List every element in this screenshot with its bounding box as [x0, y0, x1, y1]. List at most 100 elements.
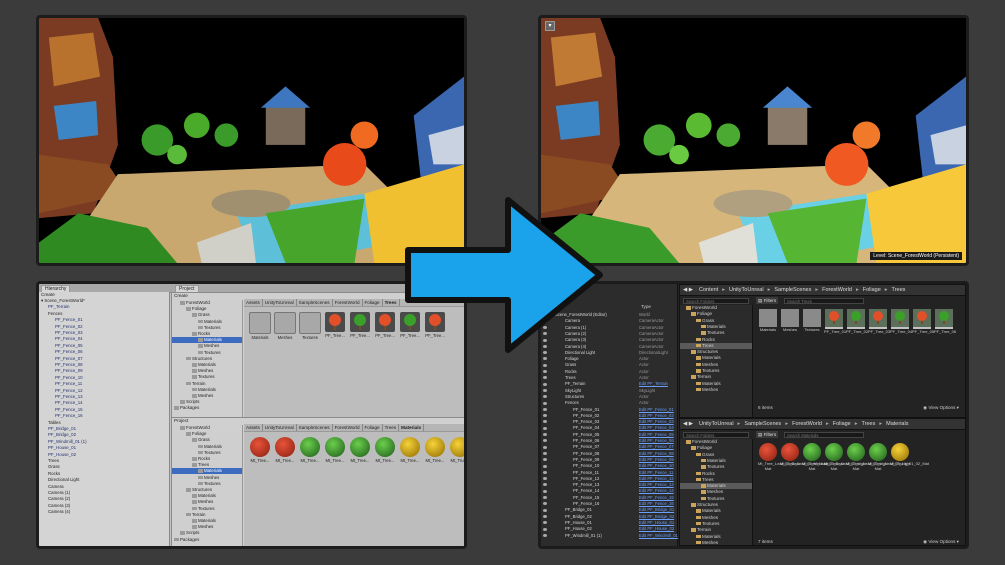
folder-tree-item[interactable]: Materials	[172, 518, 242, 524]
asset-tile[interactable]: Mt_Tree...	[298, 437, 322, 463]
visibility-eye-icon[interactable]	[543, 451, 547, 455]
folder-tree-item[interactable]: Materials	[172, 493, 242, 499]
asset-tile[interactable]: Textures	[802, 309, 822, 333]
breadcrumb-item[interactable]: Trees	[383, 424, 400, 431]
folder-tree-item[interactable]: Meshes	[172, 475, 242, 481]
breadcrumb-item[interactable]: Trees	[859, 419, 879, 429]
visibility-eye-icon[interactable]	[543, 401, 547, 405]
asset-tile[interactable]: Mt_Tree_Leaf_02_Light Mat	[824, 443, 866, 471]
asset-tile[interactable]: Mt_Tree...	[398, 437, 422, 463]
folder-tree-item[interactable]: Rocks	[172, 456, 242, 462]
breadcrumb-item[interactable]: SampleScenes	[297, 299, 333, 306]
breadcrumb-item[interactable]: Trees	[383, 299, 400, 306]
visibility-eye-icon[interactable]	[543, 533, 547, 537]
outliner-item-type[interactable]: Edit PF_Windmill_01	[639, 533, 678, 539]
search-assets-input[interactable]: Search Trees	[784, 298, 864, 304]
folder-tree-item[interactable]: Textures	[680, 464, 752, 470]
folder-tree-item[interactable]: Meshes	[172, 524, 242, 530]
hierarchy-item[interactable]: PF_Fence_10	[39, 375, 169, 381]
asset-tile[interactable]: PF_Tree...	[323, 312, 347, 338]
folder-tree-item[interactable]: Meshes	[172, 499, 242, 505]
search-assets-input[interactable]: Search Materials	[784, 432, 864, 438]
asset-tile[interactable]: PF_Tree...	[373, 312, 397, 338]
folder-tree-item[interactable]: Meshes	[680, 540, 752, 546]
visibility-eye-icon[interactable]	[543, 414, 547, 418]
outliner-item[interactable]: PF_Windmill_01 (1) Edit PF_Windmill_01	[541, 533, 678, 539]
folder-tree-item[interactable]: Terrain	[680, 374, 752, 380]
folder-tree-item[interactable]: Materials	[680, 508, 752, 514]
search-folders-input[interactable]: Search Folders	[683, 432, 749, 438]
hierarchy-item[interactable]: PF_Bridge_02	[39, 432, 169, 438]
hierarchy-item[interactable]: PF_Fence_15	[39, 407, 169, 413]
tab-project[interactable]: Project	[174, 418, 188, 423]
hierarchy-item[interactable]: Camera (1)	[39, 490, 169, 496]
asset-tile[interactable]: PF_Tree_03	[868, 309, 890, 335]
folder-tree-item[interactable]: Rocks	[680, 337, 752, 343]
breadcrumb-item[interactable]: ForestWorld	[333, 299, 363, 306]
hierarchy-item[interactable]: Camera	[39, 484, 169, 490]
hierarchy-item[interactable]: PF_Fence_08	[39, 362, 169, 368]
hierarchy-item[interactable]: PF_Fence_13	[39, 394, 169, 400]
folder-tree-item[interactable]: Foliage	[680, 311, 752, 317]
breadcrumb-item[interactable]: Materials	[883, 419, 911, 429]
view-options-button[interactable]: ◉ View Options ▾	[923, 405, 959, 411]
folder-tree-item[interactable]: ForestWorld	[680, 439, 752, 445]
hierarchy-item[interactable]: PF_Fence_16	[39, 413, 169, 419]
folder-tree-item[interactable]: Materials	[172, 319, 242, 325]
asset-tile[interactable]: Mt_Tree...	[423, 437, 447, 463]
folder-tree-item[interactable]: Grass	[680, 452, 752, 458]
filters-button[interactable]: ▤ Filters	[756, 431, 779, 438]
visibility-eye-icon[interactable]	[543, 439, 547, 443]
filters-button[interactable]: ▤ Filters	[756, 297, 779, 304]
folder-tree-item[interactable]: Meshes	[680, 387, 752, 393]
folder-tree-item[interactable]: Materials	[680, 458, 752, 464]
folder-tree-item[interactable]: Foliage	[172, 431, 242, 437]
hierarchy-item[interactable]: Camera (2)	[39, 496, 169, 502]
asset-tile[interactable]: Materials	[758, 309, 778, 333]
visibility-eye-icon[interactable]	[543, 470, 547, 474]
breadcrumb-item[interactable]: Materials	[399, 424, 425, 431]
folder-tree-item[interactable]: Structures	[680, 502, 752, 508]
folder-tree-item[interactable]: Materials	[680, 355, 752, 361]
folder-tree-item[interactable]: Materials	[172, 387, 242, 393]
folder-tree-item[interactable]: ForestWorld	[680, 305, 752, 311]
folder-tree-item[interactable]: Structures	[172, 487, 242, 493]
folder-tree-item[interactable]: Textures	[172, 506, 242, 512]
visibility-eye-icon[interactable]	[543, 433, 547, 437]
asset-tile[interactable]: Mt_Tree...	[323, 437, 347, 463]
asset-tile[interactable]: PF_Tree_02	[846, 309, 868, 335]
folder-tree-item[interactable]: Textures	[680, 496, 752, 502]
create-button[interactable]: Create	[41, 292, 55, 297]
folder-tree-item[interactable]: Textures	[680, 521, 752, 527]
folder-tree-item[interactable]: Terrain	[680, 527, 752, 533]
visibility-eye-icon[interactable]	[543, 508, 547, 512]
hierarchy-item[interactable]: PF_Fence_07	[39, 356, 169, 362]
hierarchy-item[interactable]: PF_Fence_09	[39, 368, 169, 374]
asset-tile[interactable]: Meshes	[273, 312, 297, 340]
folder-tree-item[interactable]: Structures	[680, 349, 752, 355]
create-button[interactable]: Create	[174, 293, 188, 298]
asset-tile[interactable]: Mt_Trunk_01_02_Mat	[890, 443, 929, 467]
folder-tree-item[interactable]: Textures	[172, 450, 242, 456]
nav-arrows-icon[interactable]: ◀ ▶	[680, 419, 696, 429]
visibility-eye-icon[interactable]	[543, 527, 547, 531]
folder-tree-item[interactable]: Materials	[172, 337, 242, 344]
hierarchy-item[interactable]: PF_Fence_14	[39, 400, 169, 406]
breadcrumb-item[interactable]: SampleScenes	[297, 424, 333, 431]
folder-tree-item[interactable]: Terrain	[172, 512, 242, 518]
folder-tree-item[interactable]: Packages	[172, 405, 242, 411]
hierarchy-item[interactable]: Fences	[39, 311, 169, 317]
breadcrumb-item[interactable]: UnityToUnreal	[263, 424, 297, 431]
folder-tree-item[interactable]: Materials	[680, 324, 752, 330]
visibility-eye-icon[interactable]	[543, 382, 547, 386]
breadcrumb-item[interactable]: Foliage	[363, 424, 383, 431]
asset-tile[interactable]: PF_Tree_04	[890, 309, 912, 335]
visibility-eye-icon[interactable]	[543, 502, 547, 506]
breadcrumb-item[interactable]: SampleScenes	[741, 419, 784, 429]
hierarchy-item[interactable]: PF_Fence_02	[39, 324, 169, 330]
hierarchy-item[interactable]: Directional Light	[39, 477, 169, 483]
hierarchy-item[interactable]: Camera (4)	[39, 509, 169, 515]
asset-tile[interactable]: Mt_Tree_Leaf_01_Medium	[780, 443, 828, 467]
folder-tree-item[interactable]: Trees	[680, 477, 752, 483]
view-options-button[interactable]: ◉ View Options ▾	[923, 539, 959, 545]
